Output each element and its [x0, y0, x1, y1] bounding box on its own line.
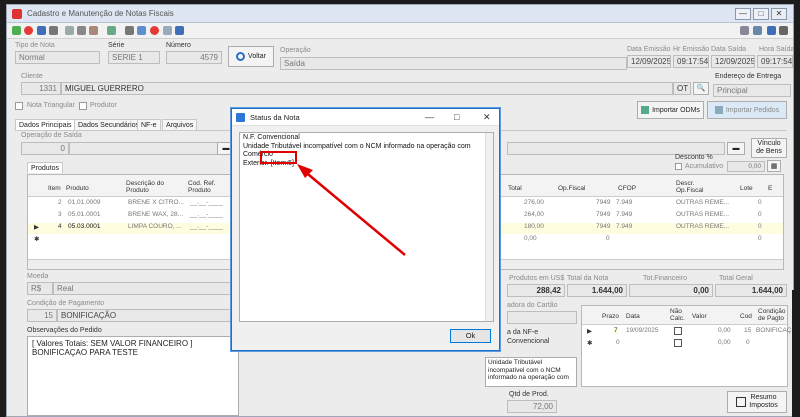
- background-edge: [792, 290, 800, 417]
- red-arrow-annotation: [297, 164, 406, 256]
